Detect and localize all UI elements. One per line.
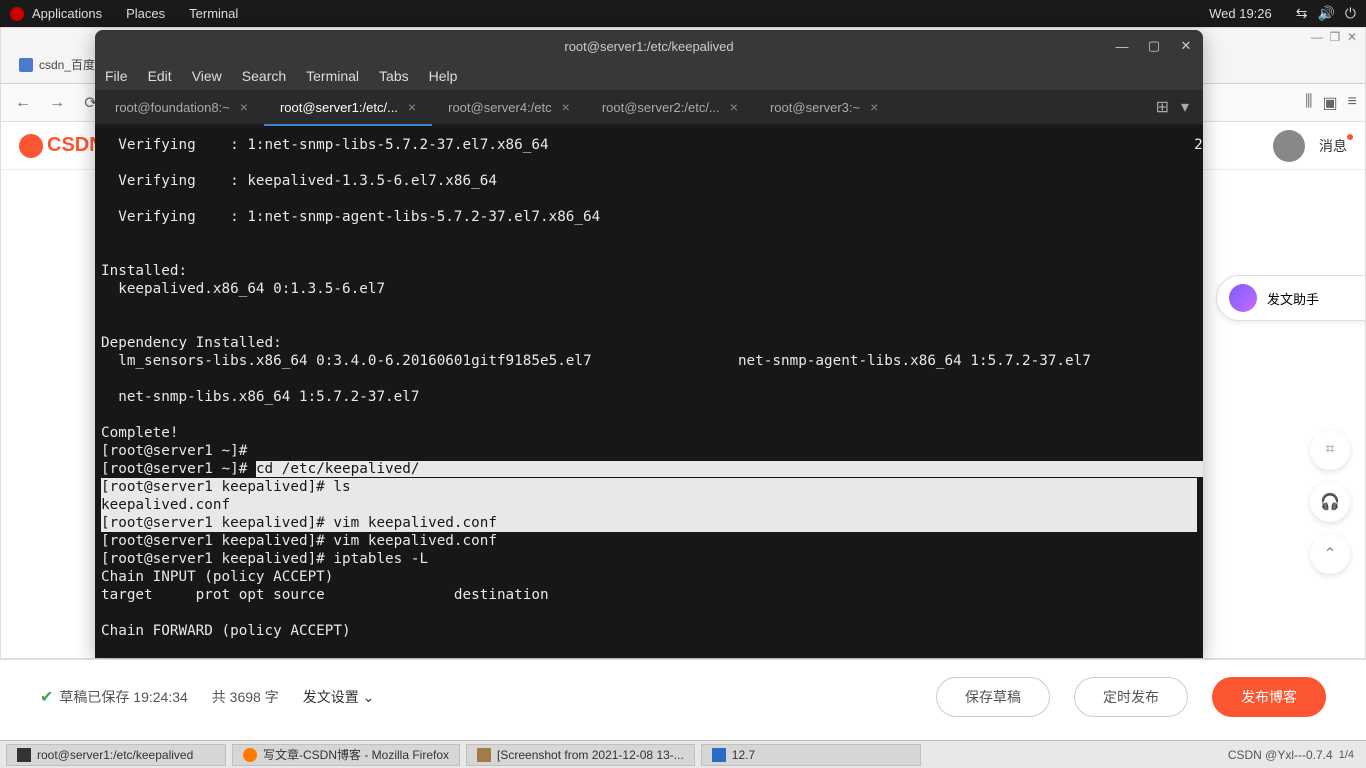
collapse-up-icon[interactable]: ⌃ — [1310, 534, 1350, 574]
menu-file[interactable]: File — [105, 68, 128, 84]
favicon-icon — [19, 58, 33, 72]
menu-help[interactable]: Help — [429, 68, 458, 84]
terminal-title: root@server1:/etc/keepalived — [564, 39, 733, 54]
terminal-window: root@server1:/etc/keepalived — ▢ ✕ File … — [95, 30, 1203, 658]
menu-edit[interactable]: Edit — [148, 68, 172, 84]
terminal-icon — [17, 748, 31, 762]
menu-search[interactable]: Search — [242, 68, 286, 84]
power-icon[interactable]: ⏻ — [1345, 5, 1356, 22]
check-icon: ✔ — [40, 687, 53, 707]
task-screenshot[interactable]: [Screenshot from 2021-12-08 13-... — [466, 744, 695, 766]
hamburger-icon[interactable]: ≡ — [1348, 93, 1357, 113]
sidebar-icon[interactable]: ▣ — [1323, 93, 1338, 113]
close-icon[interactable]: × — [562, 99, 570, 115]
forward-button[interactable]: → — [43, 89, 71, 117]
draft-status: ✔ 草稿已保存 19:24:34 — [40, 687, 188, 707]
window-minimize[interactable]: — — [1311, 30, 1323, 44]
workspace-indicator[interactable]: 1/4 — [1339, 749, 1360, 761]
schedule-publish-button[interactable]: 定时发布 — [1074, 677, 1188, 717]
term-tab-server3[interactable]: root@server3:~× — [754, 90, 894, 124]
term-tab-server1[interactable]: root@server1:/etc/...× — [264, 90, 432, 124]
menu-terminal[interactable]: Terminal — [306, 68, 359, 84]
notification-dot-icon — [1347, 134, 1353, 140]
publish-button[interactable]: 发布博客 — [1212, 677, 1326, 717]
terminal-tabbar: root@foundation8:~× root@server1:/etc/..… — [95, 90, 1203, 126]
minimize-button[interactable]: — — [1113, 37, 1131, 55]
term-tab-foundation8[interactable]: root@foundation8:~× — [99, 90, 264, 124]
close-icon[interactable]: × — [730, 99, 738, 115]
window-close[interactable]: ✕ — [1347, 30, 1357, 44]
avatar[interactable] — [1273, 130, 1305, 162]
terminal-menubar: File Edit View Search Terminal Tabs Help — [95, 62, 1203, 90]
terminal-output-highlight: [root@server1 keepalived]# ls keepalived… — [101, 478, 1197, 532]
terminal-output-bottom: [root@server1 keepalived]# vim keepalive… — [101, 532, 1197, 640]
assistant-icon — [1229, 284, 1257, 312]
clock[interactable]: Wed 19:26 — [1209, 6, 1272, 21]
watermark-text: CSDN @Yxl---0.7.4 — [1228, 748, 1333, 762]
close-button[interactable]: ✕ — [1177, 37, 1195, 55]
messages-link[interactable]: 消息 — [1319, 136, 1347, 156]
terminal-titlebar: root@server1:/etc/keepalived — ▢ ✕ — [95, 30, 1203, 62]
term-tab-server2[interactable]: root@server2:/etc/...× — [586, 90, 754, 124]
volume-icon[interactable]: 🔊 — [1317, 5, 1334, 22]
terminal-output-top: Verifying : 1:net-snmp-libs-5.7.2-37.el7… — [101, 136, 1197, 478]
gnome-top-bar: Applications Places Terminal Wed 19:26 ⇆… — [0, 0, 1366, 27]
side-tools: ⌗ 🎧 ⌃ — [1310, 430, 1350, 574]
redhat-icon — [10, 7, 24, 21]
gnome-taskbar: root@server1:/etc/keepalived 写文章-CSDN博客 … — [0, 740, 1366, 768]
chevron-down-icon: ⌄ — [363, 689, 375, 705]
close-icon[interactable]: × — [870, 99, 878, 115]
places-menu[interactable]: Places — [126, 6, 165, 21]
tab-menu-icon[interactable]: ▾ — [1181, 97, 1189, 117]
browser-tab[interactable]: csdn_百度 — [7, 50, 107, 79]
writing-assistant-float[interactable]: 发文助手 — [1216, 275, 1366, 321]
document-icon — [712, 748, 726, 762]
firefox-icon — [243, 748, 257, 762]
task-terminal[interactable]: root@server1:/etc/keepalived — [6, 744, 226, 766]
headset-icon[interactable]: 🎧 — [1310, 482, 1350, 522]
word-count: 共 3698 字 — [212, 687, 279, 707]
editor-bottom-bar: ✔ 草稿已保存 19:24:34 共 3698 字 发文设置 ⌄ 保存草稿 定时… — [0, 659, 1366, 733]
wifi-icon[interactable]: ⇆ — [1296, 5, 1308, 22]
task-document[interactable]: 12.7 — [701, 744, 921, 766]
csdn-logo[interactable]: CSDN — [19, 134, 104, 158]
applications-menu[interactable]: Applications — [32, 6, 102, 21]
close-icon[interactable]: × — [240, 99, 248, 115]
terminal-body[interactable]: Verifying : 1:net-snmp-libs-5.7.2-37.el7… — [95, 126, 1203, 658]
task-firefox[interactable]: 写文章-CSDN博客 - Mozilla Firefox — [232, 744, 460, 766]
qr-icon[interactable]: ⌗ — [1310, 430, 1350, 470]
tab-label: csdn_百度 — [39, 56, 95, 73]
terminal-menu[interactable]: Terminal — [189, 6, 238, 21]
maximize-button[interactable]: ▢ — [1145, 37, 1163, 55]
back-button[interactable]: ← — [9, 89, 37, 117]
publish-settings[interactable]: 发文设置 ⌄ — [303, 687, 375, 707]
library-icon[interactable]: ⫼ — [1305, 93, 1312, 113]
save-draft-button[interactable]: 保存草稿 — [936, 677, 1050, 717]
close-icon[interactable]: × — [408, 99, 416, 115]
csdn-mascot-icon — [19, 134, 43, 158]
new-tab-icon[interactable]: ⊞ — [1156, 97, 1169, 117]
menu-view[interactable]: View — [192, 68, 222, 84]
window-maximize[interactable]: ❐ — [1330, 30, 1341, 44]
menu-tabs[interactable]: Tabs — [379, 68, 409, 84]
term-tab-server4[interactable]: root@server4:/etc× — [432, 90, 586, 124]
image-icon — [477, 748, 491, 762]
